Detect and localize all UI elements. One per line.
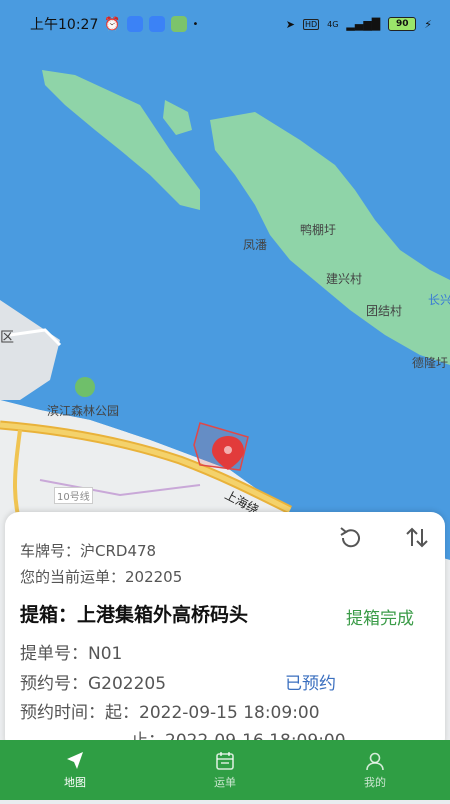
bill-number: 提单号：N01	[20, 644, 123, 664]
current-order: 您的当前运单：202205	[20, 568, 183, 586]
refresh-icon[interactable]	[337, 524, 365, 552]
battery-level: 90	[396, 19, 409, 29]
status-bar: 上午10:27 ⏰ • ➤ HD 4G ▂▄▆█ 90 ⚡	[0, 0, 450, 48]
more-dot-icon: •	[192, 18, 199, 30]
map-label-tuanjiecun: 团结村	[366, 304, 403, 318]
alarm-icon: ⏰	[104, 16, 121, 32]
signal-icon: ▂▄▆█	[346, 17, 381, 31]
android-app-icon	[170, 16, 187, 32]
nav-tab-profile[interactable]: 我的	[300, 740, 450, 800]
order-info-panel: 车牌号：沪CRD478 您的当前运单：202205 提箱：上港集箱外高桥码头 提…	[5, 512, 445, 752]
nav-tab-map[interactable]: 地图	[0, 740, 150, 800]
nav-label-map: 地图	[64, 776, 86, 789]
swap-vertical-icon[interactable]	[403, 524, 431, 552]
booking-status-badge: 已预约	[285, 674, 336, 694]
nav-label-profile: 我的	[364, 776, 386, 789]
hd-icon: HD	[302, 18, 320, 30]
map-label-fengpan: 凤潘	[243, 238, 268, 252]
pickup-status[interactable]: 提箱完成	[346, 604, 414, 629]
map-label-jianxingcun: 建兴村	[326, 272, 363, 286]
map-label-yapengyu: 鸭棚圩	[300, 223, 337, 237]
map-label-changxing: 长兴	[428, 293, 450, 307]
plate-number: 车牌号：沪CRD478	[20, 542, 157, 560]
nav-label-orders: 运单	[214, 776, 236, 789]
nav-tab-orders[interactable]: 运单	[150, 740, 300, 800]
bottom-nav: 地图 运单 我的	[0, 740, 450, 800]
user-icon	[366, 752, 384, 771]
map-label-delongyu: 德隆圩	[412, 356, 449, 370]
network-label: 4G	[327, 19, 339, 29]
status-time: 上午10:27	[30, 17, 99, 33]
app-notify-icon-2	[148, 16, 165, 32]
charging-icon: ⚡	[424, 17, 432, 31]
booking-number: 预约号：G202205	[20, 674, 167, 694]
calendar-icon	[216, 752, 234, 770]
booking-time-start: 预约时间：起：2022-09-15 18:09:00	[20, 703, 320, 723]
map-label-line10: 10号线	[54, 487, 93, 504]
battery-icon: 90	[388, 17, 417, 31]
navigation-arrow-icon	[67, 752, 83, 769]
pickup-title: 提箱：上港集箱外高桥码头	[20, 604, 249, 626]
map-label-binjiang-park: 滨江森林公园	[47, 404, 120, 418]
app-notify-icon	[126, 16, 143, 32]
map-label-district: 区	[0, 330, 14, 346]
location-icon: ➤	[285, 17, 295, 31]
